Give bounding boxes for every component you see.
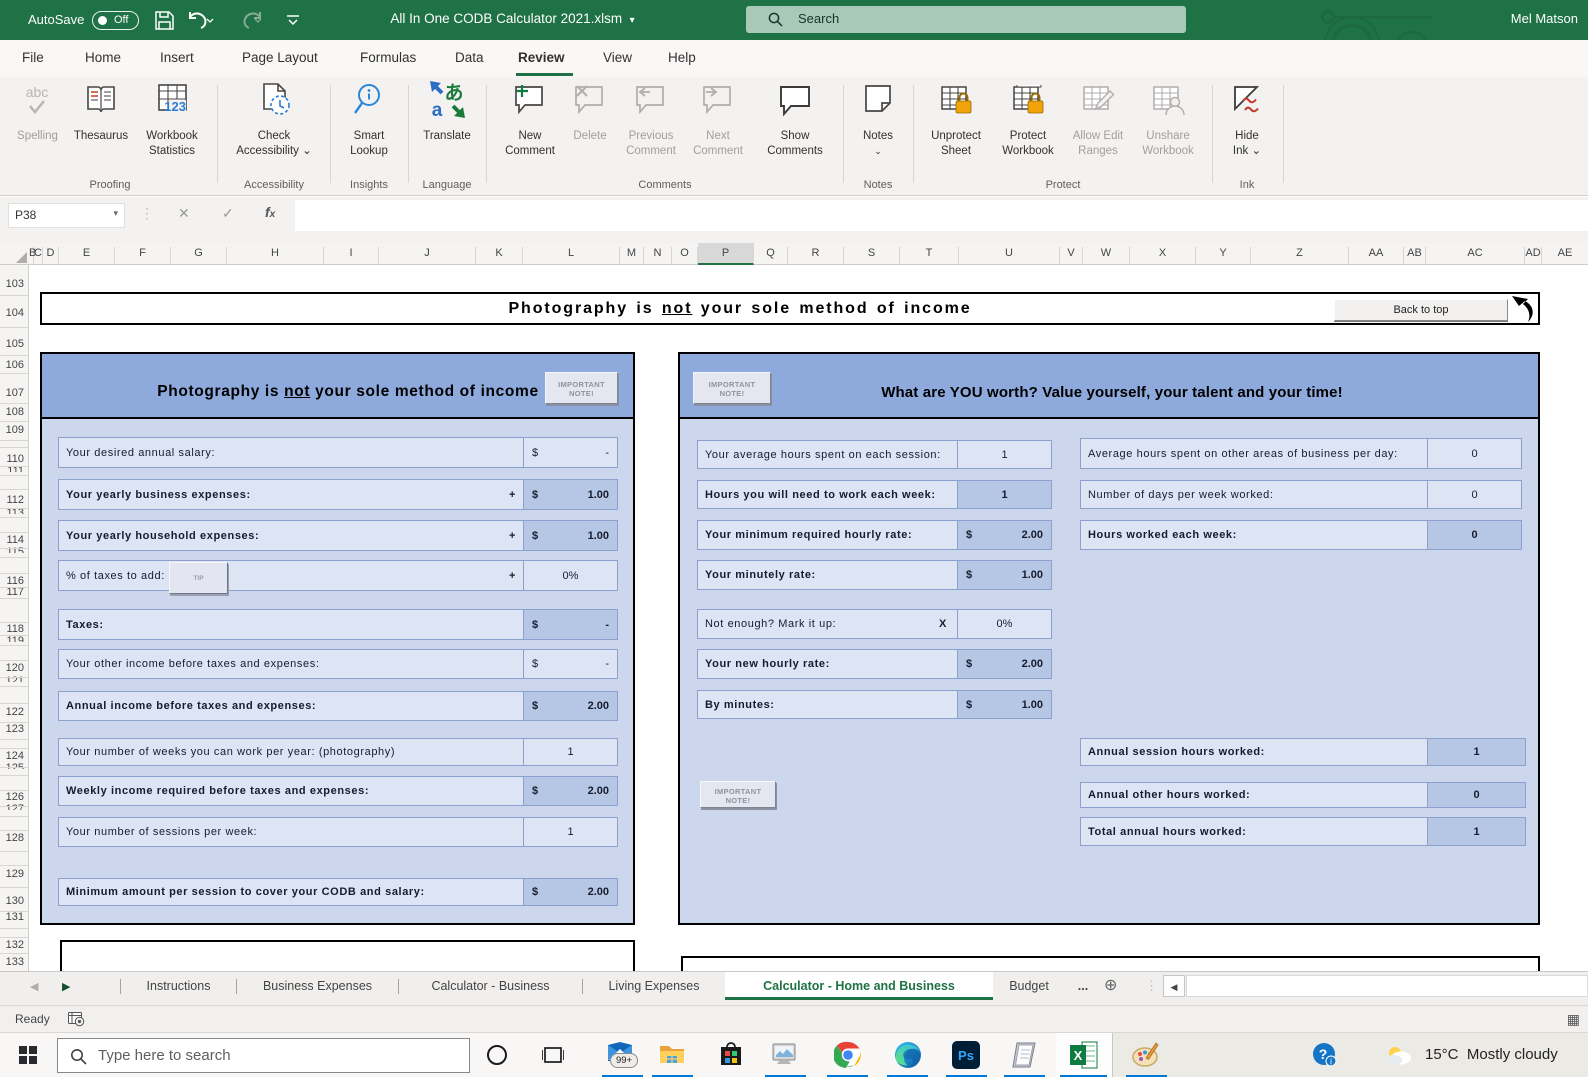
svg-text:i: i xyxy=(1330,1057,1332,1067)
svg-text:123: 123 xyxy=(164,99,186,114)
svg-text:a: a xyxy=(432,100,443,118)
svg-text:abc: abc xyxy=(26,84,49,100)
svg-text:X: X xyxy=(1074,1048,1083,1063)
svg-text:あ: あ xyxy=(444,82,463,104)
svg-text:Ps: Ps xyxy=(958,1048,974,1063)
